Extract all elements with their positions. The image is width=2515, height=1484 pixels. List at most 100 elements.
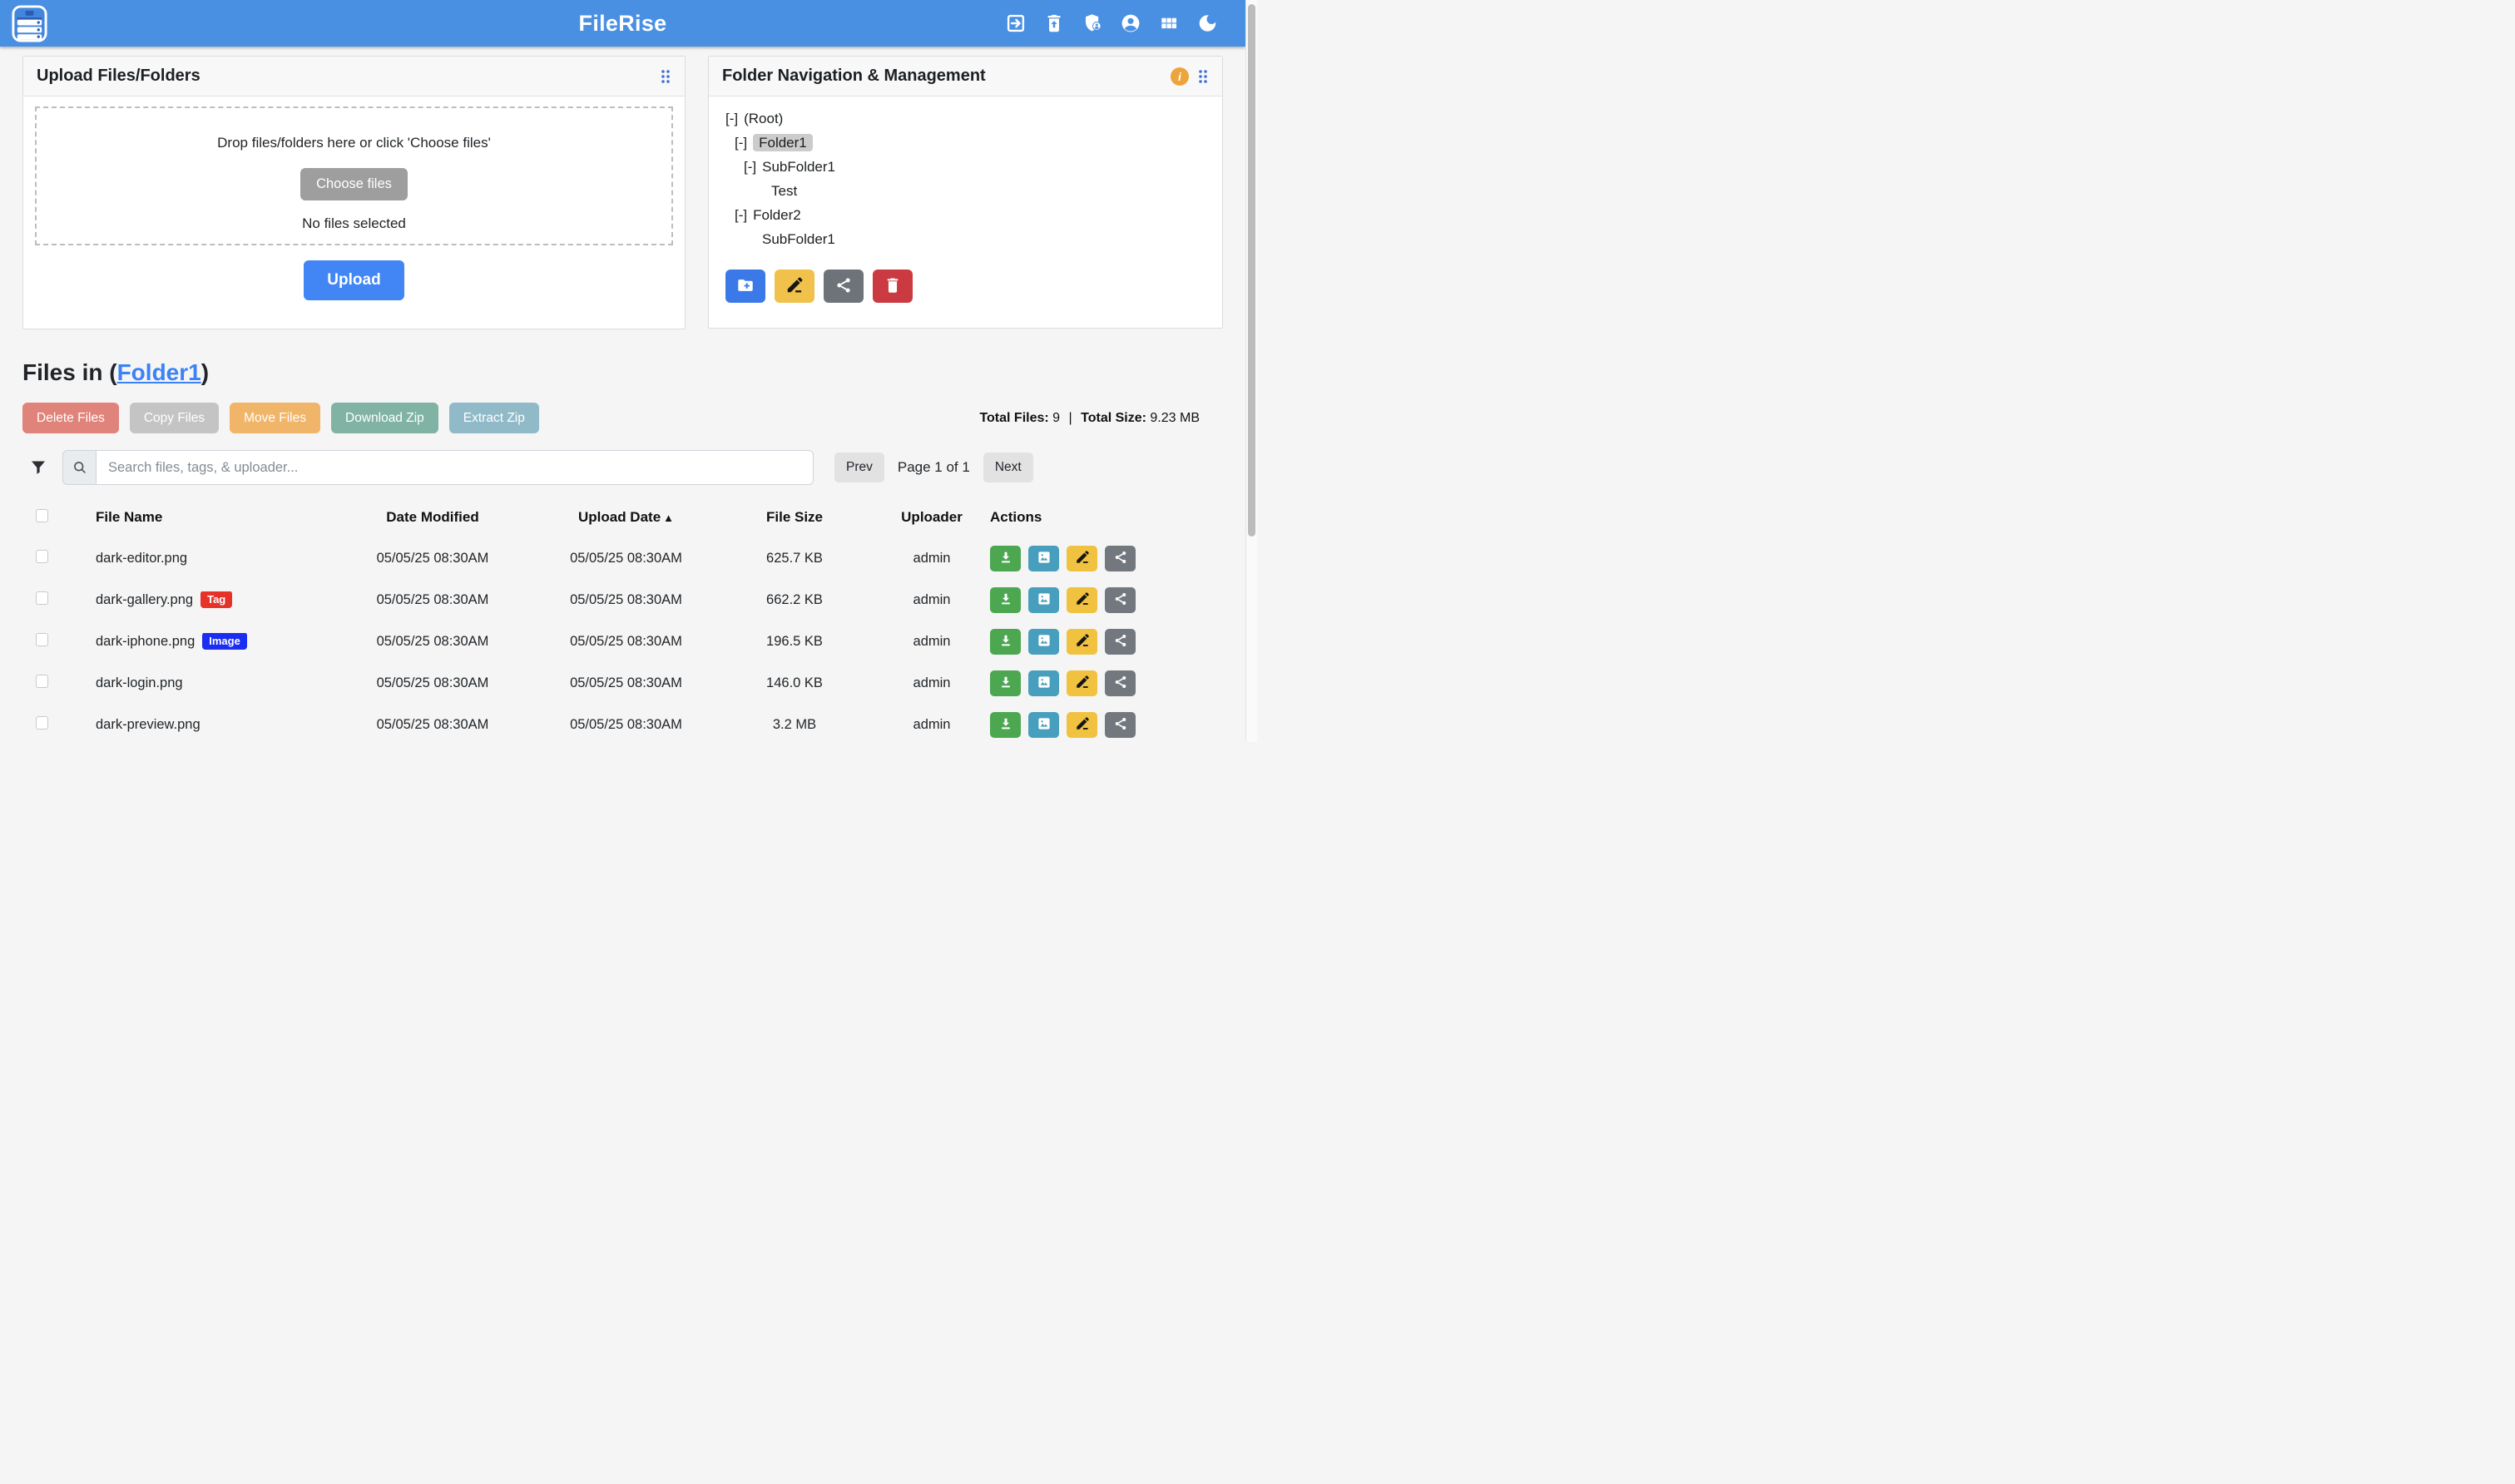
next-page-button[interactable]: Next (983, 453, 1033, 482)
drag-handle-icon[interactable] (1197, 68, 1209, 85)
tree-collapse-toggle[interactable]: [-] (725, 111, 738, 126)
column-file-name[interactable]: File Name (96, 509, 329, 526)
account-icon (1120, 12, 1141, 34)
tree-item-test[interactable]: Test (725, 179, 1207, 203)
dark-mode-button[interactable] (1194, 10, 1220, 37)
copy-files-button[interactable]: Copy Files (130, 403, 219, 433)
upload-button[interactable]: Upload (304, 260, 403, 300)
search-group (62, 450, 814, 485)
edit-file-button[interactable] (1067, 587, 1097, 613)
tree-folder-label[interactable]: Test (771, 183, 797, 199)
navbar-icons (1003, 10, 1245, 37)
row-checkbox[interactable] (36, 675, 48, 688)
folder-action-buttons (725, 270, 1207, 303)
edit-file-button[interactable] (1067, 629, 1097, 655)
share-icon (1113, 591, 1128, 609)
file-name: dark-gallery.png (96, 592, 193, 607)
preview-image-icon (1037, 633, 1052, 650)
tree-folder-label[interactable]: SubFolder1 (762, 231, 835, 247)
date-modified-cell: 05/05/25 08:30AM (329, 675, 537, 691)
scrollbar-thumb[interactable] (1248, 4, 1255, 537)
file-name-cell: dark-login.png (96, 675, 329, 691)
share-file-button[interactable] (1105, 629, 1136, 655)
page-scrollbar[interactable] (1245, 0, 1257, 742)
column-upload-date[interactable]: Upload Date▲ (537, 509, 715, 526)
search-icon (62, 450, 96, 485)
preview-file-button[interactable] (1028, 629, 1059, 655)
download-zip-button[interactable]: Download Zip (331, 403, 438, 433)
download-file-button[interactable] (990, 587, 1021, 613)
dropzone-text: Drop files/folders here or click 'Choose… (37, 135, 671, 151)
search-input[interactable] (96, 450, 814, 485)
select-all-checkbox[interactable] (36, 509, 48, 522)
restore-trash-button[interactable] (1041, 10, 1067, 37)
tree-collapse-toggle[interactable]: [-] (735, 135, 747, 151)
table-row-dark-login-png: dark-login.png05/05/25 08:30AM05/05/25 0… (22, 662, 1223, 704)
choose-files-button[interactable]: Choose files (300, 168, 408, 200)
tree-collapse-toggle[interactable]: [-] (744, 159, 756, 175)
delete-files-button[interactable]: Delete Files (22, 403, 119, 433)
preview-file-button[interactable] (1028, 587, 1059, 613)
drag-handle-icon[interactable] (660, 68, 671, 85)
admin-shield-button[interactable] (1079, 10, 1106, 37)
uploader-cell: admin (874, 675, 990, 691)
account-button[interactable] (1117, 10, 1144, 37)
extract-zip-button[interactable]: Extract Zip (449, 403, 539, 433)
info-icon[interactable]: i (1171, 67, 1189, 86)
edit-icon (1075, 716, 1090, 734)
tree-folder-label[interactable]: Folder2 (753, 207, 801, 223)
preview-file-button[interactable] (1028, 546, 1059, 571)
rename-folder-button[interactable] (775, 270, 814, 303)
edit-file-button[interactable] (1067, 546, 1097, 571)
preview-file-button[interactable] (1028, 670, 1059, 696)
create-folder-button[interactable] (725, 270, 765, 303)
file-size-cell: 662.2 KB (715, 592, 874, 608)
file-name-cell: dark-preview.png (96, 717, 329, 733)
grid-view-button[interactable] (1156, 10, 1182, 37)
download-file-button[interactable] (990, 546, 1021, 571)
download-file-button[interactable] (990, 670, 1021, 696)
edit-file-button[interactable] (1067, 670, 1097, 696)
download-file-button[interactable] (990, 629, 1021, 655)
preview-file-button[interactable] (1028, 712, 1059, 738)
logout-button[interactable] (1003, 10, 1029, 37)
row-checkbox[interactable] (36, 633, 48, 646)
column-uploader[interactable]: Uploader (874, 509, 990, 526)
tree-folder-label[interactable]: Folder1 (753, 134, 813, 151)
row-checkbox[interactable] (36, 716, 48, 730)
row-checkbox[interactable] (36, 550, 48, 563)
tree-item-subfolder1[interactable]: SubFolder1 (725, 227, 1207, 251)
upload-date-cell: 05/05/25 08:30AM (537, 592, 715, 608)
delete-folder-button[interactable] (873, 270, 913, 303)
share-folder-button[interactable] (824, 270, 864, 303)
column-file-size[interactable]: File Size (715, 509, 874, 526)
filerise-logo-icon (10, 33, 49, 46)
tree-folder-label[interactable]: (Root) (744, 111, 783, 126)
share-file-button[interactable] (1105, 670, 1136, 696)
row-checkbox[interactable] (36, 591, 48, 605)
summary-separator: | (1069, 411, 1072, 425)
menu-logo-button[interactable] (10, 4, 49, 43)
top-navbar: FileRise (0, 0, 1245, 47)
current-folder-link[interactable]: Folder1 (117, 359, 201, 385)
files-heading-prefix: Files in ( (22, 359, 117, 385)
tree-item-subfolder1[interactable]: [-] SubFolder1 (725, 155, 1207, 179)
edit-file-button[interactable] (1067, 712, 1097, 738)
upload-dropzone[interactable]: Drop files/folders here or click 'Choose… (35, 106, 673, 245)
download-file-button[interactable] (990, 712, 1021, 738)
tree-item-folder1[interactable]: [-] Folder1 (725, 131, 1207, 155)
tree-folder-label[interactable]: SubFolder1 (762, 159, 835, 175)
move-files-button[interactable]: Move Files (230, 403, 320, 433)
share-file-button[interactable] (1105, 546, 1136, 571)
grid-view-icon (1158, 12, 1180, 34)
tree-collapse-toggle[interactable]: [-] (735, 207, 747, 223)
prev-page-button[interactable]: Prev (834, 453, 884, 482)
filter-icon[interactable] (28, 458, 48, 477)
tree-item-root[interactable]: [-] (Root) (725, 106, 1207, 131)
share-file-button[interactable] (1105, 712, 1136, 738)
column-date-modified[interactable]: Date Modified (329, 509, 537, 526)
share-file-button[interactable] (1105, 587, 1136, 613)
rename-icon (785, 276, 804, 297)
share-icon (834, 276, 853, 297)
tree-item-folder2[interactable]: [-] Folder2 (725, 203, 1207, 227)
